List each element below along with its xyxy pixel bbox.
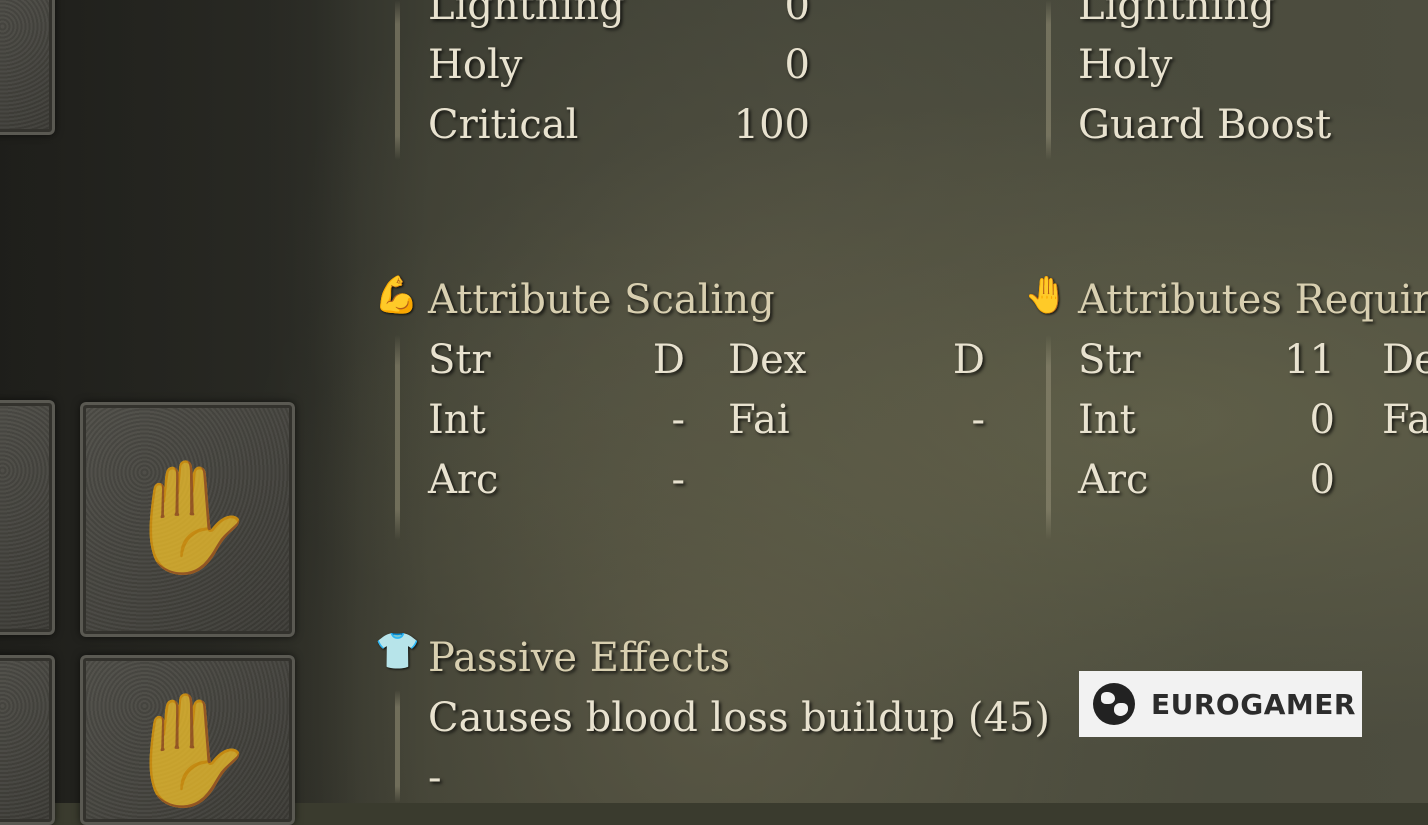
- stat-label: Holy: [428, 42, 523, 88]
- section-divider: [1046, 335, 1051, 540]
- eurogamer-watermark: EUROGAMER: [1079, 671, 1362, 737]
- stat-value: 0: [784, 0, 810, 29]
- section-title: Attribute Scaling: [428, 277, 775, 323]
- section-title: Passive Effects: [428, 635, 731, 681]
- stat-label: Lightning: [1078, 0, 1275, 29]
- attr-value: 0: [1309, 457, 1335, 503]
- stat-value: 100: [733, 102, 810, 148]
- section-title: Attributes Required: [1078, 277, 1428, 323]
- passive-effect: Causes blood loss buildup (45): [428, 695, 1050, 741]
- stat-value: 0: [784, 42, 810, 88]
- inventory-slot[interactable]: [0, 655, 55, 825]
- attr-label: Str: [1078, 337, 1141, 383]
- torso-icon: 👕: [375, 631, 420, 672]
- attr-label: Int: [1078, 397, 1136, 443]
- attr-label: Arc: [1078, 457, 1149, 503]
- inventory-slot[interactable]: [0, 400, 55, 635]
- inventory-slot[interactable]: [0, 0, 55, 135]
- inventory-slot-claws[interactable]: ✋: [80, 402, 295, 637]
- section-divider: [395, 0, 400, 160]
- inventory-slot-claws[interactable]: ✋: [80, 655, 295, 825]
- attr-label: Dex: [728, 337, 807, 383]
- section-divider: [395, 335, 400, 540]
- claw-weapon-icon: ✋: [120, 453, 257, 581]
- stat-label: Critical: [428, 102, 579, 148]
- attr-label: Fa: [1382, 397, 1428, 443]
- open-hand-icon: 🤚: [1024, 275, 1069, 316]
- attr-label: Fai: [728, 397, 790, 443]
- attr-label: De: [1382, 337, 1428, 383]
- stat-label: Holy: [1078, 42, 1173, 88]
- stat-label: Lightning: [428, 0, 625, 29]
- section-divider: [1046, 0, 1051, 160]
- attr-value: -: [671, 457, 685, 503]
- globe-icon: [1093, 683, 1135, 725]
- watermark-text: EUROGAMER: [1151, 687, 1356, 721]
- attr-value: -: [971, 397, 985, 443]
- attr-value: 11: [1284, 337, 1335, 383]
- passive-effect: -: [428, 755, 442, 801]
- flexed-arm-icon: 💪: [374, 275, 419, 316]
- attr-value: D: [652, 337, 685, 383]
- section-divider: [395, 690, 400, 803]
- attr-value: 0: [1309, 397, 1335, 443]
- attr-value: -: [671, 397, 685, 443]
- stat-label: Guard Boost: [1078, 102, 1332, 148]
- attr-label: Str: [428, 337, 491, 383]
- attr-label: Int: [428, 397, 486, 443]
- attr-label: Arc: [428, 457, 499, 503]
- attr-value: D: [952, 337, 985, 383]
